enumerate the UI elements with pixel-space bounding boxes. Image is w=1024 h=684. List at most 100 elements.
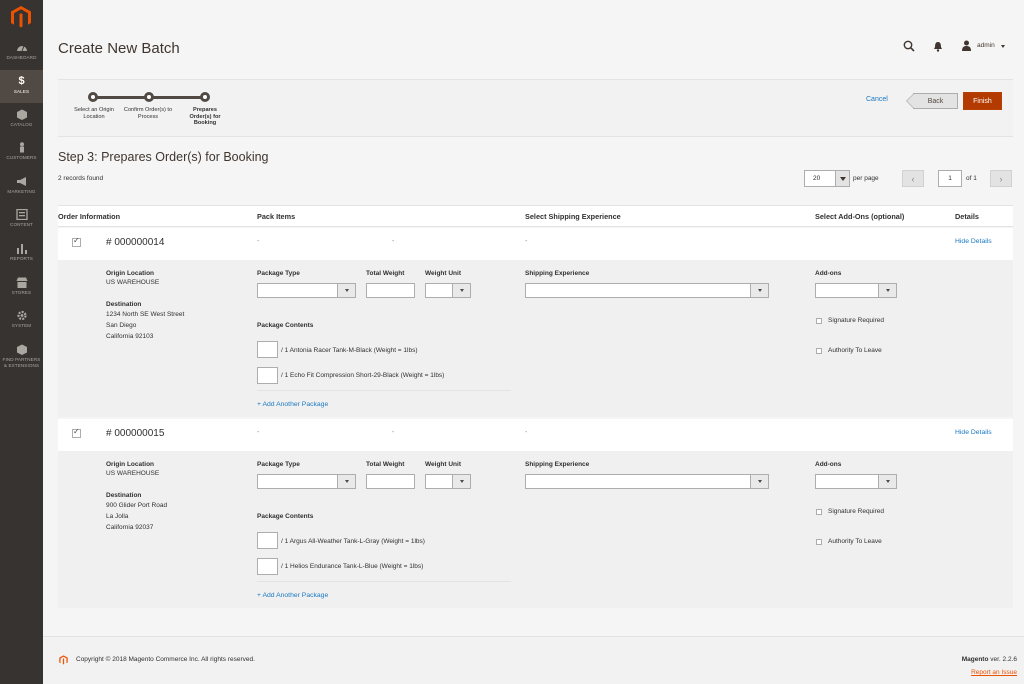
order-details-panel: Origin Location US WAREHOUSE Destination… [58,260,1013,417]
sidebar-item-find-partners[interactable]: FIND PARTNERS & EXTENSIONS [0,344,43,376]
chevron-left-icon: ‹ [911,173,915,184]
authority-to-leave-checkbox[interactable] [816,539,822,545]
sidebar-item-label: SALES [13,89,30,94]
sidebar-item-label: MARKETING [7,189,36,194]
add-ons-select[interactable] [815,283,897,298]
sidebar-item-label: STORES [11,290,32,295]
column-header-order-information: Order Information [58,212,121,221]
add-package-link[interactable]: + Add Another Package [257,592,328,599]
order-number: # 000000015 [106,428,165,439]
weight-unit-select[interactable] [425,283,471,298]
cube-icon [16,109,27,120]
item-qty-input[interactable] [257,558,278,575]
total-weight-input[interactable] [366,474,415,489]
user-icon[interactable] [961,40,972,51]
package-item: / 1 Antonia Racer Tank-M-Black (Weight =… [281,347,418,354]
sidebar-item-sales[interactable]: $ SALES [0,70,43,103]
step-3-label: Prepares Order(s) for Booking [189,107,221,127]
report-issue-link[interactable]: Report an Issue [971,669,1017,676]
divider [257,581,511,582]
bell-icon[interactable] [933,41,943,52]
person-icon [19,142,24,153]
add-package-link[interactable]: + Add Another Package [257,401,328,408]
shipping-experience-label: Shipping Experience [525,270,590,277]
sidebar-item-reports[interactable]: REPORTS [0,243,43,271]
pack-items-placeholder: - [257,429,260,436]
version-number: ver. 2.2.6 [990,656,1017,663]
origin-location-label: Origin Location [106,270,155,277]
per-page-select[interactable]: 20 [804,170,850,187]
next-page-button[interactable]: › [990,170,1012,187]
sidebar-item-marketing[interactable]: MARKETING [0,176,43,204]
step-1-dot[interactable] [88,92,98,102]
total-weight-input[interactable] [366,283,415,298]
column-header-shipping: Select Shipping Experience [525,212,621,221]
shipping-placeholder: - [525,238,528,245]
signature-required-checkbox[interactable] [816,509,822,515]
page-total: of 1 [966,175,977,182]
item-qty-input[interactable] [257,367,278,384]
content-icon [15,209,28,220]
magento-logo-icon[interactable] [8,4,34,30]
package-type-select[interactable] [257,474,356,489]
cancel-button[interactable]: Cancel [866,96,888,103]
admin-username[interactable]: admin [977,42,995,49]
chevron-down-icon[interactable] [835,171,849,186]
sidebar-item-content[interactable]: CONTENT [0,209,43,237]
finish-button[interactable]: Finish [963,92,1002,110]
origin-location-value: US WAREHOUSE [106,279,160,286]
version-text: Magento ver. 2.2.6 [962,656,1017,663]
step-2-dot[interactable] [144,92,154,102]
sidebar-item-dashboard[interactable]: DASHBOARD [0,42,43,70]
sidebar-item-label: CONTENT [10,222,33,227]
shipping-experience-select[interactable] [525,283,769,298]
chevron-down-icon [452,475,470,488]
chevron-down-icon [750,284,768,297]
authority-to-leave-label: Authority To Leave [828,347,882,354]
authority-to-leave-label: Authority To Leave [828,538,882,545]
shipping-placeholder: - [525,429,528,436]
authority-to-leave-checkbox[interactable] [816,348,822,354]
back-button[interactable]: Back [906,93,958,109]
item-qty-input[interactable] [257,341,278,358]
add-ons-select[interactable] [815,474,897,489]
page-number-input[interactable]: 1 [938,170,962,187]
origin-location-value: US WAREHOUSE [106,470,160,477]
shipping-experience-label: Shipping Experience [525,461,590,468]
shipping-experience-select[interactable] [525,474,769,489]
chevron-down-icon [337,475,355,488]
order-select-checkbox[interactable] [72,236,81,247]
sidebar-item-stores[interactable]: STORES [0,277,43,305]
sidebar-item-system[interactable]: SYSTEM [0,310,43,338]
add-ons-label: Add-ons [815,461,842,468]
chevron-down-icon [750,475,768,488]
signature-required-checkbox[interactable] [816,318,822,324]
package-contents-label: Package Contents [257,513,314,520]
megaphone-icon [16,177,26,186]
column-header-details: Details [955,212,979,221]
store-icon [16,277,27,288]
item-qty-input[interactable] [257,532,278,549]
package-type-select[interactable] [257,283,356,298]
hide-details-link[interactable]: Hide Details [955,429,992,436]
weight-unit-label: Weight Unit [425,270,461,277]
sidebar-item-customers[interactable]: CUSTOMERS [0,142,43,170]
weight-unit-label: Weight Unit [425,461,461,468]
weight-unit-select[interactable] [425,474,471,489]
chevron-down-icon[interactable] [1001,45,1005,48]
chevron-down-icon [337,284,355,297]
steps-wizard: Select an Origin Location Confirm Order(… [58,79,1013,137]
order-select-checkbox[interactable] [72,427,81,438]
table-header: Order Information Pack Items Select Ship… [58,205,1013,227]
search-icon[interactable] [903,40,915,52]
sidebar-item-catalog[interactable]: CATALOG [0,109,43,137]
step-2-label: Confirm Order(s) to Process [123,107,173,120]
hide-details-link[interactable]: Hide Details [955,238,992,245]
table-row: # 000000015 - - - Hide Details [58,419,1013,451]
prev-page-button[interactable]: ‹ [902,170,924,187]
destination-line: 900 Glider Port Road [106,502,168,509]
column-header-addons: Select Add-Ons (optional) [815,212,905,221]
pack-items-placeholder: - [257,238,260,245]
order-details-panel: Origin Location US WAREHOUSE Destination… [58,451,1013,608]
step-3-dot[interactable] [200,92,210,102]
